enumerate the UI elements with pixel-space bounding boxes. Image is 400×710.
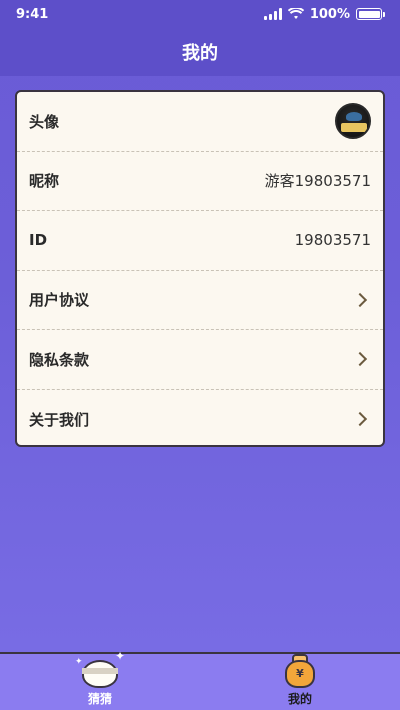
privacy-terms-row[interactable]: 隐私条款 xyxy=(17,330,383,390)
nickname-row[interactable]: 昵称 游客19803571 xyxy=(17,152,383,211)
profile-card: 头像 昵称 游客19803571 ID 19803571 用户协议 隐私条款 关… xyxy=(15,90,385,447)
bunny-face-icon: ✦ ✦ xyxy=(75,650,125,688)
privacy-terms-label: 隐私条款 xyxy=(29,350,90,369)
status-bar: 9:41 100% xyxy=(0,0,400,28)
tab-mine[interactable]: ¥ 我的 xyxy=(200,654,400,710)
user-agreement-row[interactable]: 用户协议 xyxy=(17,271,383,330)
avatar-row[interactable]: 头像 xyxy=(17,92,383,152)
id-row: ID 19803571 xyxy=(17,211,383,271)
tab-guess-label: 猜猜 xyxy=(87,692,112,706)
chevron-right-icon xyxy=(352,352,368,367)
about-us-label: 关于我们 xyxy=(29,410,90,429)
chevron-right-icon xyxy=(352,292,368,307)
signal-icon xyxy=(263,8,282,20)
about-us-row[interactable]: 关于我们 xyxy=(17,390,383,446)
page-header: 我的 xyxy=(0,28,400,76)
nickname-value: 游客19803571 xyxy=(264,172,371,191)
battery-percent: 100% xyxy=(309,6,350,22)
page-title: 我的 xyxy=(182,43,218,64)
status-time: 9:41 xyxy=(16,6,49,22)
id-label: ID xyxy=(29,231,48,250)
money-bag-icon: ¥ xyxy=(282,652,318,688)
status-indicators: 100% xyxy=(263,6,385,22)
avatar-label: 头像 xyxy=(29,112,60,131)
chevron-right-icon xyxy=(352,412,368,427)
tab-bar: ✦ ✦ 猜猜 ¥ 我的 xyxy=(0,650,400,710)
tab-mine-label: 我的 xyxy=(287,692,312,706)
nickname-label: 昵称 xyxy=(29,172,60,191)
avatar[interactable] xyxy=(335,103,371,140)
id-value: 19803571 xyxy=(294,231,371,250)
user-agreement-label: 用户协议 xyxy=(29,291,90,310)
battery-icon xyxy=(356,8,385,20)
tab-guess[interactable]: ✦ ✦ 猜猜 xyxy=(0,650,200,710)
wifi-icon xyxy=(287,8,304,19)
